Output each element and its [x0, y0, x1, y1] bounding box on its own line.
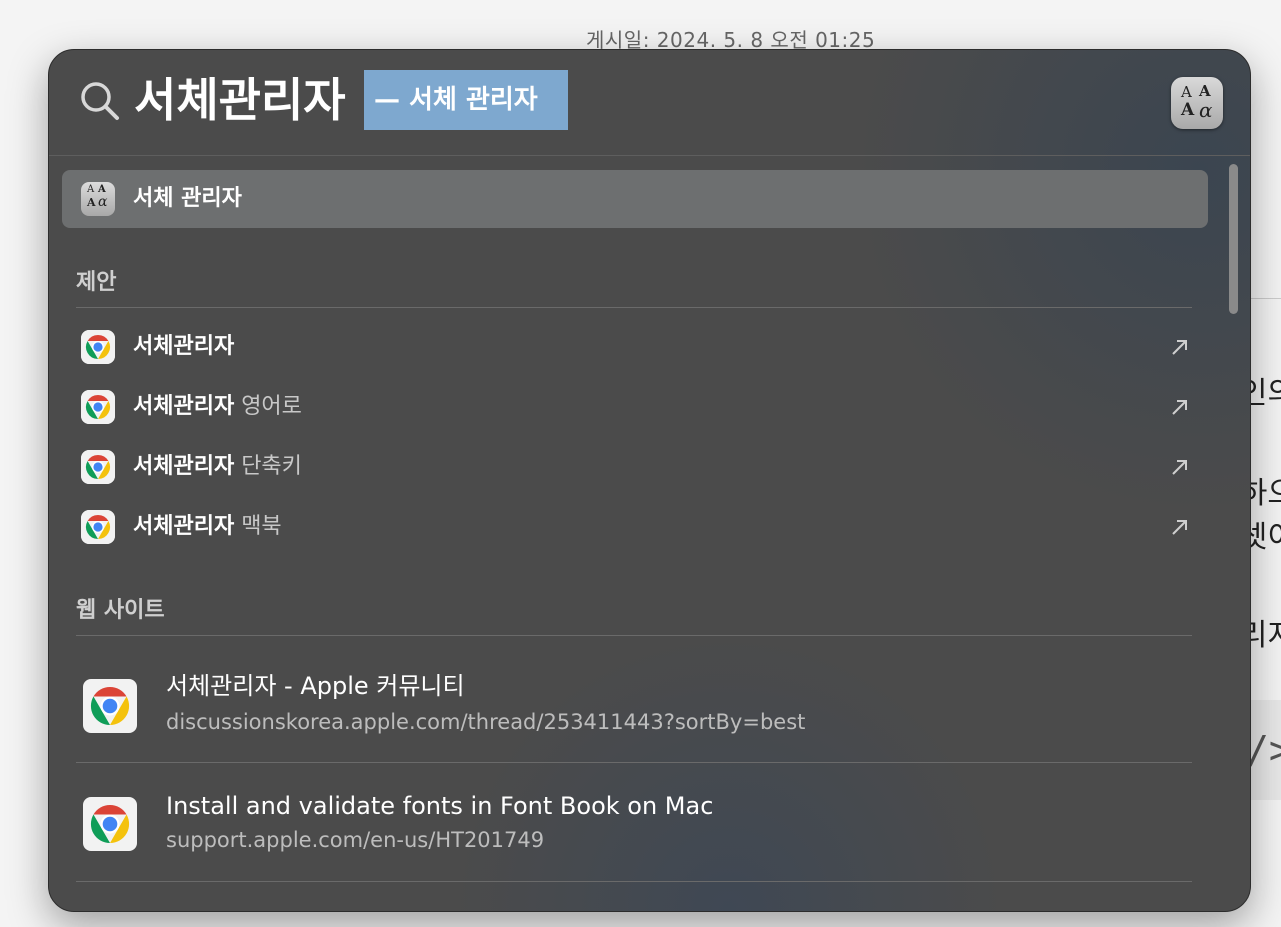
- website-title: 서체관리자 - Apple 커뮤니티: [166, 672, 465, 700]
- suggestion-row[interactable]: 서체관리자 영어로: [62, 384, 1208, 430]
- arrow-up-right-icon: [1172, 400, 1187, 415]
- section-divider: [76, 762, 1192, 763]
- top-hit-row[interactable]: A A A α 서체 관리자: [62, 170, 1208, 228]
- arrow-up-right-icon: [1172, 460, 1187, 475]
- chrome-icon: [83, 679, 137, 733]
- top-hit-label: 서체 관리자: [133, 186, 242, 211]
- suggestion-row[interactable]: 서체관리자 단축키: [62, 444, 1208, 490]
- suggestion-label: 서체관리자 단축키: [133, 454, 302, 479]
- suggestion-row[interactable]: 서체관리자: [62, 324, 1208, 370]
- results-scrollbar[interactable]: [1229, 164, 1238, 314]
- websites-heading: 웹 사이트: [76, 598, 165, 623]
- spotlight-panel: 서체관리자 — 서체 관리자 A A A α A A A α 서체 관리자 제안: [48, 49, 1251, 912]
- arrow-up-right-icon: [1172, 520, 1187, 535]
- font-book-icon: A A A α: [81, 182, 115, 216]
- spotlight-search-bar[interactable]: 서체관리자 — 서체 관리자 A A A α: [49, 50, 1250, 156]
- chrome-icon: [81, 330, 115, 364]
- suggestion-label: 서체관리자 맥북: [133, 514, 282, 539]
- section-divider: [76, 635, 1192, 636]
- search-completion-hint: — 서체 관리자: [364, 70, 568, 130]
- website-title: Install and validate fonts in Font Book …: [166, 792, 714, 820]
- suggestion-row[interactable]: 서체관리자 맥북: [62, 504, 1208, 550]
- search-query-text[interactable]: 서체관리자: [134, 70, 346, 130]
- website-url: support.apple.com/en-us/HT201749: [166, 828, 545, 852]
- section-divider: [76, 307, 1192, 308]
- suggestion-label: 서체관리자: [133, 334, 235, 359]
- section-divider: [76, 881, 1192, 882]
- chrome-icon: [83, 797, 137, 851]
- chrome-icon: [81, 390, 115, 424]
- chrome-icon: [81, 510, 115, 544]
- chrome-icon: [81, 450, 115, 484]
- suggestion-label: 서체관리자 영어로: [133, 394, 302, 419]
- website-result-row[interactable]: Install and validate fonts in Font Book …: [62, 770, 1208, 878]
- search-icon: [81, 82, 119, 120]
- arrow-up-right-icon: [1172, 340, 1187, 355]
- search-divider: [49, 155, 1250, 156]
- font-book-icon: A A A α: [1171, 77, 1223, 129]
- website-result-row[interactable]: 서체관리자 - Apple 커뮤니티 discussionskorea.appl…: [62, 650, 1208, 758]
- code-glyph: />: [1246, 728, 1281, 772]
- website-url: discussionskorea.apple.com/thread/253411…: [166, 710, 806, 734]
- suggestions-heading: 제안: [76, 270, 117, 295]
